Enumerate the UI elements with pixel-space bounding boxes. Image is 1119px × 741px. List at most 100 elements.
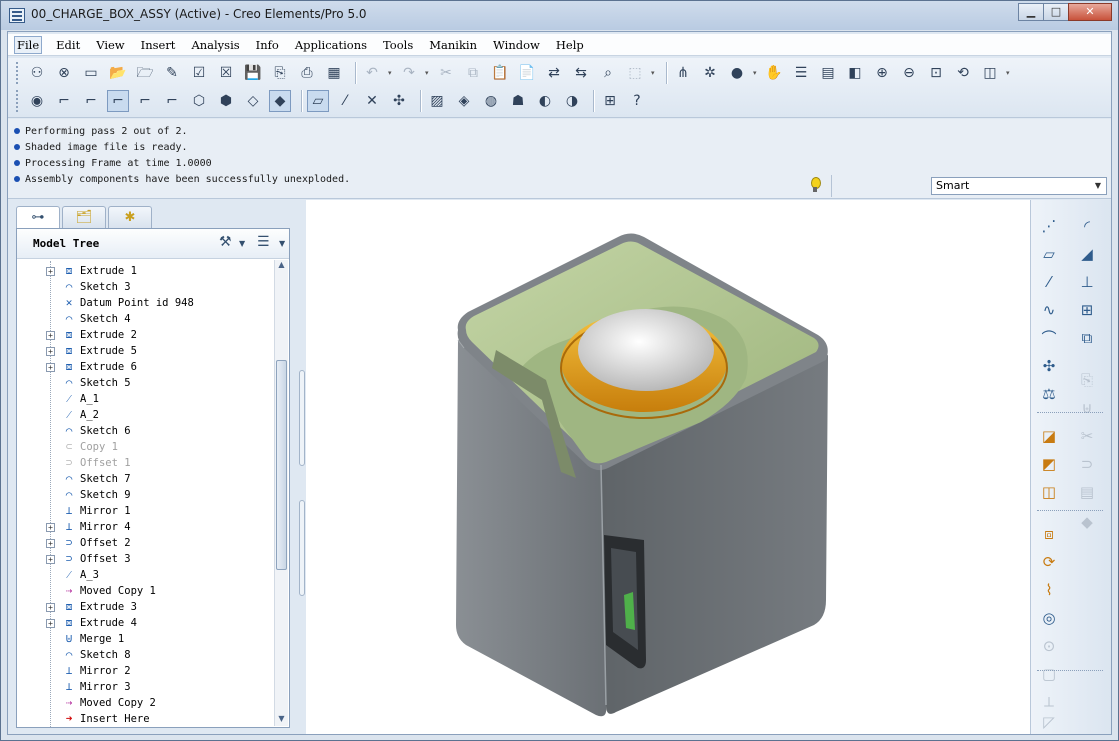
model-viewport[interactable] <box>306 200 1030 734</box>
toolbar-grip[interactable] <box>16 62 20 84</box>
tree-item[interactable]: ⁄ A_3 <box>17 567 273 583</box>
close-button[interactable]: ✕ <box>1068 3 1112 21</box>
symbol-icon[interactable]: ◫ <box>1037 480 1061 504</box>
menu-applications[interactable]: Applications <box>293 37 369 53</box>
color-icon[interactable]: ▦ <box>323 62 345 84</box>
redo-icon[interactable]: ↷ <box>398 62 420 84</box>
tree-item[interactable]: ✕ Datum Point id 948 <box>17 295 273 311</box>
chevron-down-icon[interactable]: ▼ <box>239 239 245 248</box>
shaded-sphere-icon[interactable]: ● <box>726 62 748 84</box>
tree-item[interactable]: ⇢ Moved Copy 1 <box>17 583 273 599</box>
scroll-down-icon[interactable]: ▼ <box>275 714 288 726</box>
sketch-view3-icon[interactable]: ⌐ <box>107 90 129 112</box>
regenerate-manager-icon[interactable]: ⇄ <box>543 62 565 84</box>
tree-scrollbar[interactable]: ▲ ▼ <box>274 260 288 726</box>
thicken-tool-icon[interactable]: ▤ <box>1075 480 1099 504</box>
regen-icon[interactable]: ⇆ <box>570 62 592 84</box>
tree-item[interactable]: ➜ Insert Here <box>17 711 273 727</box>
chevron-down-icon[interactable]: ▾ <box>753 69 759 77</box>
sketch-view5-icon[interactable]: ⌐ <box>161 90 183 112</box>
tree-item[interactable]: + ⊃ Offset 2 <box>17 535 273 551</box>
cut-icon[interactable]: ✂ <box>435 62 457 84</box>
expand-icon[interactable]: + <box>46 602 55 612</box>
sketch-view1-icon[interactable]: ⌐ <box>53 90 75 112</box>
expand-icon[interactable]: + <box>46 554 55 564</box>
tree-item[interactable]: ⟂ Mirror 3 <box>17 679 273 695</box>
tree-item[interactable]: ⊎ Merge 1 <box>17 631 273 647</box>
hidden-line-icon[interactable]: ⬢ <box>215 90 237 112</box>
extrude-tool-icon[interactable]: ⧈ <box>1037 522 1061 546</box>
toolbar-grip[interactable] <box>16 90 20 112</box>
round-tool-icon[interactable]: ◜ <box>1075 214 1099 238</box>
chevron-down-icon[interactable]: ▾ <box>651 69 657 77</box>
photo-icon[interactable]: ☗ <box>507 90 529 112</box>
tree-item[interactable]: ⌒ Sketch 6 <box>17 423 273 439</box>
tree-item[interactable]: ⁄ A_2 <box>17 407 273 423</box>
datum-axes-icon[interactable]: ⁄ <box>334 90 356 112</box>
zoom-out-icon[interactable]: ⊖ <box>898 62 920 84</box>
menu-help[interactable]: Help <box>554 37 586 53</box>
tools-icon[interactable]: ⚒ <box>219 234 232 250</box>
coord-systems-icon[interactable]: ✣ <box>388 90 410 112</box>
splitter-handle[interactable] <box>299 500 305 596</box>
graphics-window[interactable] <box>306 200 1030 734</box>
expand-icon[interactable]: + <box>46 330 55 340</box>
tree-item[interactable]: ⌒ Sketch 3 <box>17 279 273 295</box>
pattern-tool-icon[interactable]: ⊞ <box>1075 298 1099 322</box>
expand-icon[interactable]: + <box>46 346 55 356</box>
layers-icon[interactable]: ☰ <box>790 62 812 84</box>
find-icon[interactable]: ⌕ <box>597 62 619 84</box>
curve-tool-icon[interactable]: ∿ <box>1037 298 1061 322</box>
undo-icon[interactable]: ↶ <box>361 62 383 84</box>
chevron-down-icon[interactable]: ▼ <box>279 239 285 248</box>
open-folder-icon[interactable]: 🗁 <box>134 62 156 84</box>
chevron-down-icon[interactable]: ▾ <box>425 69 431 77</box>
paste-icon[interactable]: 📋 <box>489 62 511 84</box>
tab-favorites[interactable]: ✱ <box>108 206 152 228</box>
menu-insert[interactable]: Insert <box>139 37 178 53</box>
tree-item[interactable]: + ⧈ Extrude 5 <box>17 343 273 359</box>
no-hidden-icon[interactable]: ◇ <box>242 90 264 112</box>
render-icon[interactable]: ◍ <box>480 90 502 112</box>
copy-tool-icon[interactable]: ⧉ <box>1075 326 1099 350</box>
tree-item[interactable]: ⟂ Mirror 1 <box>17 503 273 519</box>
selection-filter-dropdown[interactable]: Smart ▼ <box>931 177 1107 195</box>
new-session-icon[interactable]: ⚇ <box>26 62 48 84</box>
tree-item[interactable]: ⌒ Sketch 9 <box>17 487 273 503</box>
open-icon[interactable]: 📂 <box>107 62 129 84</box>
view-icon[interactable]: ◧ <box>844 62 866 84</box>
save-copy-icon[interactable]: ⎘ <box>269 62 291 84</box>
spin-center-icon[interactable]: ✲ <box>699 62 721 84</box>
datum-plane-tool-icon[interactable]: ▱ <box>1037 242 1061 266</box>
expand-icon[interactable]: + <box>46 538 55 548</box>
menu-window[interactable]: Window <box>491 37 542 53</box>
coord-sys-tool-icon[interactable]: ✣ <box>1037 354 1061 378</box>
chevron-down-icon[interactable]: ▾ <box>388 69 394 77</box>
tree-item[interactable]: + ⧈ Extrude 6 <box>17 359 273 375</box>
shading-icon[interactable]: ◆ <box>269 90 291 112</box>
tree-item[interactable]: ⊂ Copy 1 <box>17 439 273 455</box>
tree-item[interactable]: + ⧈ Extrude 1 <box>17 263 273 279</box>
chamfer-tool-icon[interactable]: ◢ <box>1075 242 1099 266</box>
tab-folder-browser[interactable]: 🗂 <box>62 206 106 228</box>
reorient-icon[interactable]: ⟲ <box>952 62 974 84</box>
expand-icon[interactable]: + <box>46 522 55 532</box>
print-icon[interactable]: ⎙ <box>296 62 318 84</box>
save-icon[interactable]: 💾 <box>242 62 264 84</box>
tree-item[interactable]: ⌒ Sketch 7 <box>17 471 273 487</box>
datum-points-icon[interactable]: ✕ <box>361 90 383 112</box>
tree-item[interactable]: + ⧈ Extrude 3 <box>17 599 273 615</box>
tree-item[interactable]: + ⊃ Offset 3 <box>17 551 273 567</box>
tree-item[interactable]: ⌒ Sketch 5 <box>17 375 273 391</box>
annotations-icon[interactable]: ▨ <box>426 90 448 112</box>
copy-icon[interactable]: ⧉ <box>462 62 484 84</box>
shell-tool-icon[interactable]: ▢ <box>1037 662 1061 686</box>
datum-display-icon[interactable]: ⋔ <box>672 62 694 84</box>
expand-icon[interactable]: + <box>46 266 55 276</box>
sweep-tool-icon[interactable]: ⌇ <box>1037 578 1061 602</box>
menu-edit[interactable]: Edit <box>54 37 82 53</box>
lightbulb-icon[interactable] <box>808 175 822 195</box>
wireframe-icon[interactable]: ⬡ <box>188 90 210 112</box>
hole-tool-icon[interactable]: ⊙ <box>1037 634 1061 658</box>
tree-item[interactable]: + ⧈ Extrude 2 <box>17 327 273 343</box>
